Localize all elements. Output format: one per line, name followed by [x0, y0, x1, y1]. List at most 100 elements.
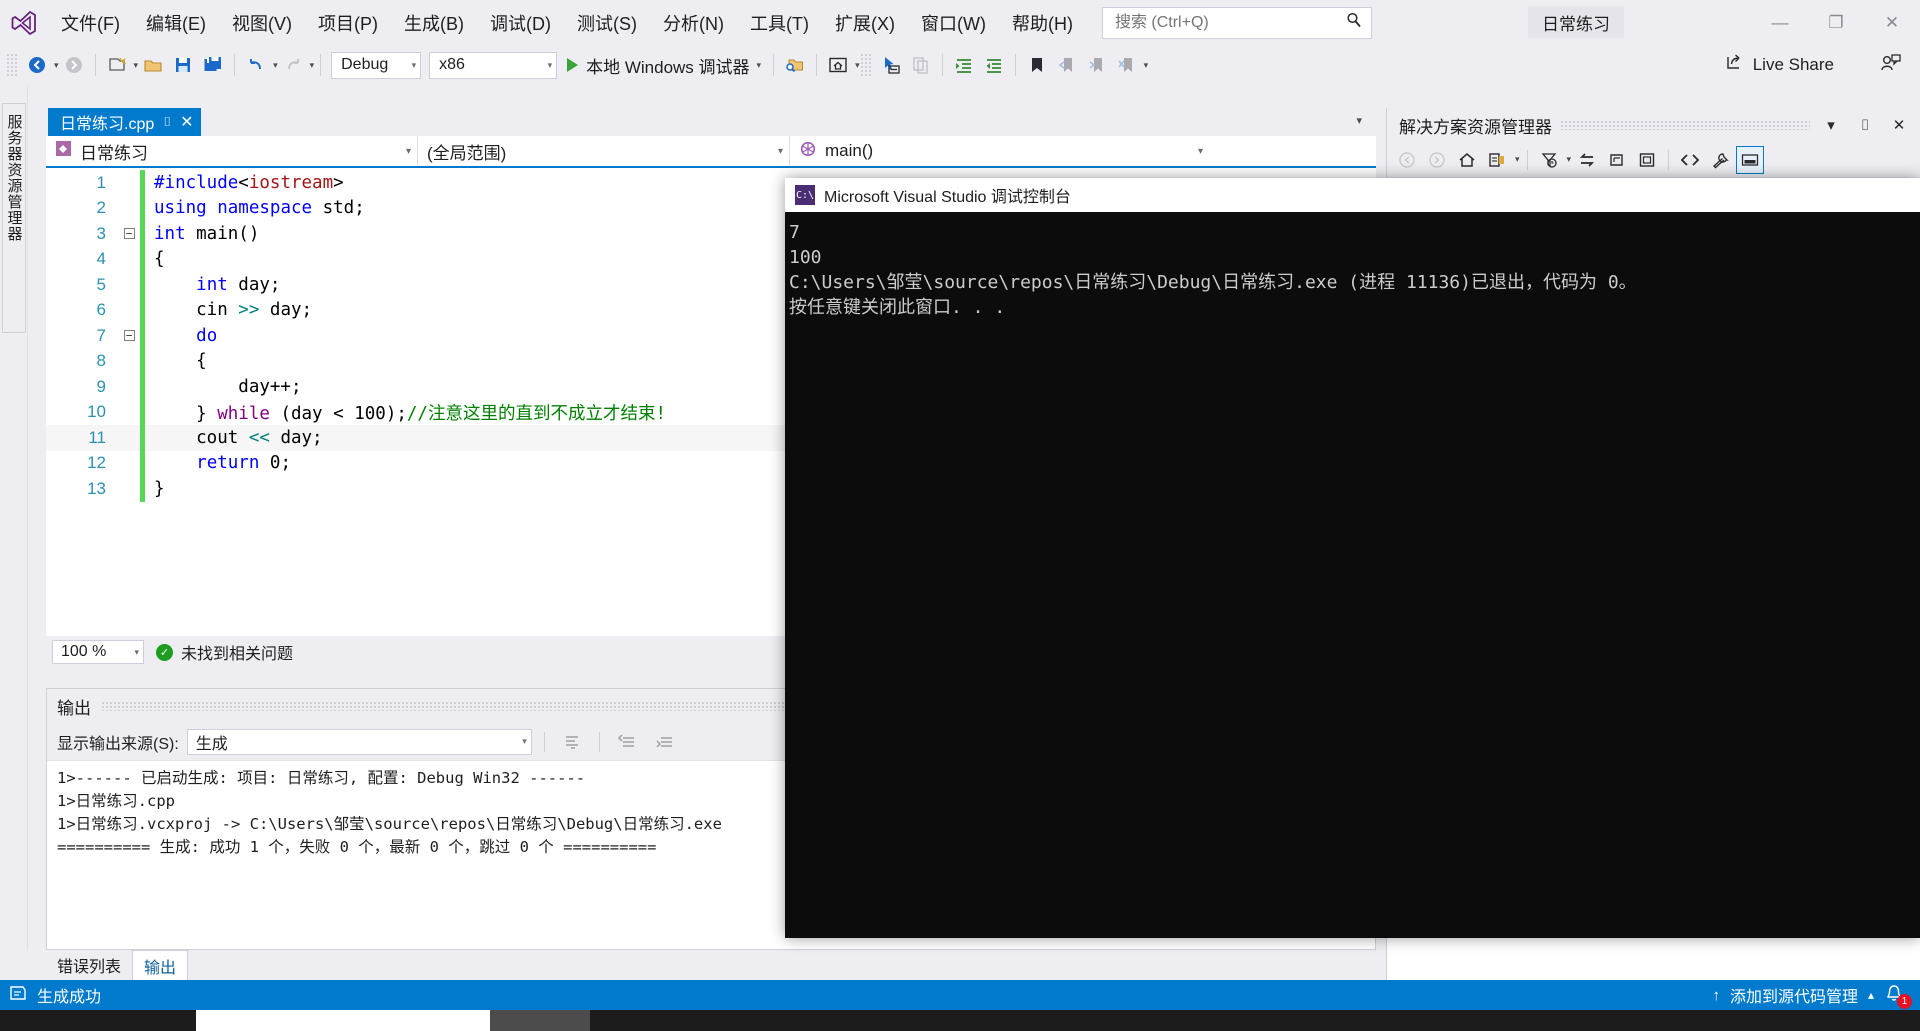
decrease-indent-button[interactable]: [979, 50, 1009, 80]
bookmark-button[interactable]: [1022, 50, 1052, 80]
search-input[interactable]: [1112, 12, 1345, 33]
close-button[interactable]: ✕: [1864, 0, 1920, 45]
menu-file[interactable]: 文件(F): [48, 0, 133, 45]
menu-analyze[interactable]: 分析(N): [650, 0, 737, 45]
refresh-icon[interactable]: [1603, 146, 1631, 174]
menu-edit[interactable]: 编辑(E): [133, 0, 219, 45]
navigate-back-button[interactable]: [22, 50, 52, 80]
notification-bell[interactable]: 1: [1884, 984, 1912, 1009]
view-properties-wrench-icon[interactable]: [1706, 146, 1734, 174]
menu-project[interactable]: 项目(P): [305, 0, 391, 45]
redo-dropdown-icon[interactable]: ▾: [310, 60, 315, 71]
pointer-select-button[interactable]: [876, 50, 906, 80]
chevron-down-icon[interactable]: ▾: [1818, 112, 1844, 138]
menu-help[interactable]: 帮助(H): [999, 0, 1086, 45]
filter-dropdown-icon[interactable]: ▾: [1567, 154, 1572, 165]
solution-explorer-grip[interactable]: [1560, 120, 1810, 130]
line-number: 9: [96, 376, 106, 396]
toolbar-separator-2: [234, 54, 236, 76]
solution-configuration-combo[interactable]: Debug ▾: [331, 51, 422, 79]
toolbar-overflow-icon[interactable]: ▾: [1144, 60, 1149, 71]
forward-icon[interactable]: [1423, 146, 1451, 174]
save-all-button[interactable]: [198, 50, 228, 80]
menu-view[interactable]: 视图(V): [219, 0, 305, 45]
window-project-title: 日常练习: [1528, 6, 1624, 38]
home-icon[interactable]: [1453, 146, 1481, 174]
clear-bookmarks-button[interactable]: [1112, 50, 1142, 80]
server-explorer-label: 服务器资源管理器: [5, 114, 23, 242]
chevron-down-icon[interactable]: ▾: [757, 60, 762, 71]
close-icon[interactable]: ✕: [180, 112, 193, 132]
solution-platform-combo[interactable]: x86 ▾: [429, 51, 558, 79]
home-window-button[interactable]: [823, 50, 853, 80]
find-in-files-button[interactable]: [780, 50, 810, 80]
search-icon: [1345, 11, 1363, 34]
navbar-scope-combo[interactable]: (全局范围) ▾: [418, 136, 790, 166]
navbar-project-combo[interactable]: 日常练习 ▾: [46, 136, 418, 166]
start-debugging-button[interactable]: 本地 Windows 调试器 ▾: [561, 50, 767, 80]
toolbar-separator-4: [773, 54, 775, 76]
menu-extensions[interactable]: 扩展(X): [822, 0, 908, 45]
pin-icon[interactable]: ⌷: [163, 114, 171, 130]
feedback-person-icon[interactable]: [1880, 53, 1902, 78]
zoom-level-combo[interactable]: 100 % ▾: [52, 640, 144, 664]
output-source-combo[interactable]: 生成 ▾: [186, 728, 532, 755]
increase-indent-button[interactable]: [949, 50, 979, 80]
se-toolbar-separator: [1526, 149, 1528, 170]
properties-dropdown-icon[interactable]: ▾: [1515, 154, 1520, 165]
source-control-label[interactable]: 添加到源代码管理: [1730, 983, 1858, 1007]
menu-window[interactable]: 窗口(W): [908, 0, 999, 45]
back-icon[interactable]: [1393, 146, 1421, 174]
collapse-all-icon[interactable]: [1633, 146, 1661, 174]
issue-status[interactable]: ✓ 未找到相关问题: [156, 640, 293, 664]
console-app-icon: C:\: [795, 185, 815, 205]
visual-studio-window: 文件(F) 编辑(E) 视图(V) 项目(P) 生成(B) 调试(D) 测试(S…: [0, 0, 1920, 1031]
output-toolbar-separator: [543, 731, 545, 752]
go-to-previous-message-button[interactable]: [612, 727, 642, 757]
toolbar-grip-2[interactable]: [859, 53, 872, 77]
collapse-region-icon[interactable]: −: [118, 228, 140, 240]
quick-launch-search[interactable]: [1101, 6, 1372, 39]
copy-button[interactable]: [906, 50, 936, 80]
show-all-files-icon[interactable]: [1676, 146, 1704, 174]
toolbar-separator: [94, 54, 96, 76]
save-button[interactable]: [168, 50, 198, 80]
menu-tools[interactable]: 工具(T): [737, 0, 822, 45]
sync-with-active-document-icon[interactable]: [1573, 146, 1601, 174]
live-share-button[interactable]: Live Share: [1725, 50, 1834, 80]
line-number: 10: [87, 402, 106, 422]
menu-test[interactable]: 测试(S): [564, 0, 650, 45]
preview-selected-items-icon[interactable]: [1736, 145, 1765, 174]
arrow-up-icon[interactable]: ↑: [1712, 987, 1720, 1004]
chevron-up-icon[interactable]: ▴: [1868, 988, 1874, 1002]
se-toolbar-separator-2: [1668, 149, 1670, 170]
bottom-tab[interactable]: 错误列表: [46, 950, 132, 980]
undo-button[interactable]: [241, 50, 271, 80]
open-file-button[interactable]: [138, 50, 168, 80]
bottom-tab[interactable]: 输出: [132, 950, 189, 980]
menu-debug[interactable]: 调试(D): [477, 0, 564, 45]
pin-icon[interactable]: ⌷: [1852, 112, 1878, 138]
pending-changes-filter-icon[interactable]: [1535, 146, 1563, 174]
taskbar-active-window[interactable]: [490, 1010, 590, 1031]
navigate-forward-button[interactable]: [59, 50, 89, 80]
previous-bookmark-button[interactable]: [1052, 50, 1082, 80]
document-tab-active[interactable]: 日常练习.cpp ⌷ ✕: [48, 108, 202, 136]
collapse-region-icon[interactable]: −: [118, 330, 140, 342]
find-message-button[interactable]: [557, 727, 587, 757]
navbar-function-combo[interactable]: main() ▾: [790, 136, 1210, 166]
new-project-button[interactable]: [102, 50, 132, 80]
go-to-next-message-button[interactable]: [650, 727, 680, 757]
tab-overflow-chevron-down-icon[interactable]: ▾: [1356, 114, 1362, 127]
close-icon[interactable]: ✕: [1886, 112, 1912, 138]
maximize-button[interactable]: ❐: [1808, 0, 1864, 45]
server-explorer-tab[interactable]: 服务器资源管理器: [2, 103, 26, 333]
menu-build[interactable]: 生成(B): [391, 0, 477, 45]
debug-console-window[interactable]: C:\ Microsoft Visual Studio 调试控制台 7 100 C:…: [785, 178, 1920, 938]
minimize-button[interactable]: —: [1752, 0, 1808, 45]
next-bookmark-button[interactable]: [1082, 50, 1112, 80]
output-source-value: 生成: [195, 735, 228, 753]
properties-window-icon[interactable]: [1483, 146, 1511, 174]
redo-button[interactable]: [278, 50, 308, 80]
toolbar-grip[interactable]: [6, 53, 18, 77]
